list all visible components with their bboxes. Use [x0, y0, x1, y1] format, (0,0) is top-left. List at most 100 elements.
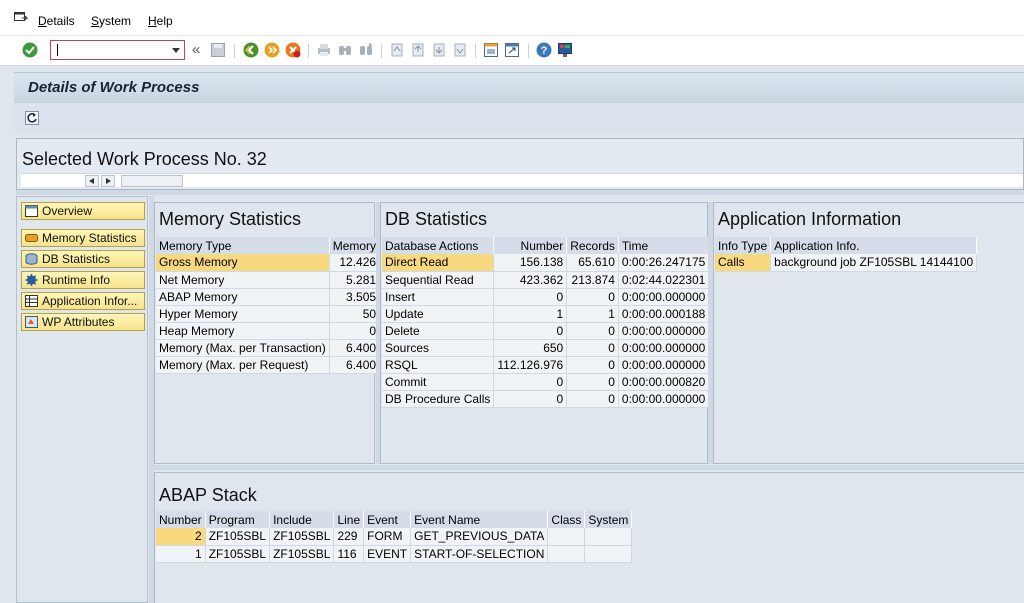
scroll-right-button[interactable]	[101, 175, 115, 187]
nav-overview-button[interactable]: Overview	[21, 202, 145, 220]
table-row[interactable]: Hyper Memory 50	[156, 305, 381, 323]
table-row[interactable]: ABAP Memory 3.505	[156, 288, 381, 306]
column-header[interactable]: Class	[547, 511, 586, 528]
table-cell[interactable]: Gross Memory	[156, 254, 330, 272]
table-cell[interactable]: 650	[493, 339, 568, 357]
table-cell[interactable]: ABAP Memory	[156, 288, 330, 306]
customize-layout-icon[interactable]	[557, 42, 573, 58]
table-cell[interactable]: 0:00:00.000000	[618, 390, 710, 408]
table-cell[interactable]: 0	[566, 288, 619, 306]
menu-icon[interactable]	[14, 12, 28, 23]
nav-runtime-info-button[interactable]: Runtime Info	[21, 271, 145, 289]
table-cell[interactable]: ZF105SBL	[269, 528, 335, 546]
table-row[interactable]: Calls background job ZF105SBL 14144100	[715, 254, 978, 272]
table-cell[interactable]	[584, 528, 633, 546]
table-cell[interactable]: 0	[566, 322, 619, 340]
save-icon[interactable]	[210, 42, 226, 58]
table-cell[interactable]: 0:00:00.000000	[618, 322, 710, 340]
table-cell[interactable]: 0	[329, 322, 381, 340]
table-row[interactable]: Update 1 1 0:00:00.000188	[382, 305, 710, 323]
refresh-icon[interactable]	[24, 110, 40, 126]
table-cell[interactable]: 2	[156, 528, 206, 546]
table-cell[interactable]: START-OF-SELECTION	[410, 545, 549, 563]
menu-help[interactable]: Help	[148, 14, 173, 28]
table-cell[interactable]: 0	[493, 322, 568, 340]
enter-checkmark-icon[interactable]	[22, 42, 38, 58]
table-cell[interactable]: 6.400	[329, 339, 381, 357]
table-cell[interactable]: 0	[493, 390, 568, 408]
collapse-toolbar-icon[interactable]: «	[192, 41, 200, 58]
table-cell[interactable]: 0	[493, 373, 568, 391]
table-cell[interactable]: 12.426	[329, 254, 381, 272]
table-row[interactable]: Direct Read 156.138 65.610 0:00:26.247175	[382, 254, 710, 272]
table-cell[interactable]: Update	[382, 305, 495, 323]
table-row[interactable]: RSQL 112.126.976 0 0:00:00.000000	[382, 356, 710, 374]
table-cell[interactable]: 0	[566, 373, 619, 391]
table-cell[interactable]: ZF105SBL	[269, 545, 335, 563]
scroll-thumb[interactable]	[121, 175, 183, 187]
cancel-icon[interactable]	[285, 42, 301, 58]
table-cell[interactable]: Net Memory	[156, 271, 330, 289]
table-cell[interactable]: 229	[333, 528, 365, 546]
table-row[interactable]: Heap Memory 0	[156, 322, 381, 340]
table-cell[interactable]: Heap Memory	[156, 322, 330, 340]
column-header[interactable]: Line	[333, 511, 365, 528]
previous-page-icon[interactable]	[410, 42, 426, 58]
table-row[interactable]: Sources 650 0 0:00:00.000000	[382, 339, 710, 357]
horizontal-splitter[interactable]	[154, 465, 1024, 470]
table-cell[interactable]: 0:00:26.247175	[618, 254, 710, 272]
column-header[interactable]: Application Info.	[770, 237, 978, 254]
nav-db-statistics-button[interactable]: DB Statistics	[21, 250, 145, 268]
table-cell[interactable]: Memory (Max. per Transaction)	[156, 339, 330, 357]
table-row[interactable]: 2 ZF105SBL ZF105SBL 229 FORM GET_PREVIOU…	[156, 528, 633, 546]
table-cell[interactable]: EVENT	[363, 545, 412, 563]
table-cell[interactable]: Calls	[715, 254, 772, 272]
table-cell[interactable]: 1	[566, 305, 619, 323]
find-next-icon[interactable]	[358, 42, 374, 58]
table-row[interactable]: DB Procedure Calls 0 0 0:00:00.000000	[382, 390, 710, 408]
table-cell[interactable]: 0:00:00.000000	[618, 288, 710, 306]
table-row[interactable]: Commit 0 0 0:00:00.000820	[382, 373, 710, 391]
table-cell[interactable]: 50	[329, 305, 381, 323]
menu-system[interactable]: System	[91, 14, 131, 28]
table-cell[interactable]: 156.138	[493, 254, 568, 272]
table-cell[interactable]: Sequential Read	[382, 271, 495, 289]
table-cell[interactable]	[547, 528, 586, 546]
table-cell[interactable]: 0:00:00.000820	[618, 373, 710, 391]
column-header[interactable]: Time	[618, 237, 710, 254]
menu-details[interactable]: Details	[38, 14, 75, 28]
table-cell[interactable]: RSQL	[382, 356, 495, 374]
table-cell[interactable]: 6.400	[329, 356, 381, 374]
table-cell[interactable]: 0	[566, 390, 619, 408]
command-field[interactable]	[50, 40, 185, 60]
table-row[interactable]: Delete 0 0 0:00:00.000000	[382, 322, 710, 340]
new-session-icon[interactable]	[483, 42, 499, 58]
first-page-icon[interactable]	[389, 42, 405, 58]
table-cell[interactable]: 423.362	[493, 271, 568, 289]
column-header[interactable]: Number	[493, 237, 568, 254]
column-header[interactable]: Event Name	[410, 511, 549, 528]
table-cell[interactable]	[547, 545, 586, 563]
table-cell[interactable]: 0	[566, 356, 619, 374]
table-cell[interactable]: 0	[493, 288, 568, 306]
column-header[interactable]: System	[584, 511, 633, 528]
back-icon[interactable]	[243, 42, 259, 58]
find-icon[interactable]	[337, 42, 353, 58]
column-header[interactable]: Memory	[329, 237, 381, 254]
table-cell[interactable]: Hyper Memory	[156, 305, 330, 323]
nav-application-info-button[interactable]: Application Infor...	[21, 292, 145, 310]
nav-wp-attributes-button[interactable]: WP Attributes	[21, 313, 145, 331]
table-cell[interactable]: background job ZF105SBL 14144100	[770, 254, 978, 272]
horizontal-splitter[interactable]	[16, 190, 1024, 195]
table-cell[interactable]: 0:00:00.000000	[618, 356, 710, 374]
help-icon[interactable]: ?	[536, 42, 552, 58]
column-header[interactable]: Memory Type	[156, 237, 330, 254]
table-row[interactable]: Net Memory 5.281	[156, 271, 381, 289]
column-header[interactable]: Include	[269, 511, 335, 528]
table-cell[interactable]: 3.505	[329, 288, 381, 306]
table-cell[interactable]: 213.874	[566, 271, 619, 289]
table-cell[interactable]: ZF105SBL	[205, 528, 271, 546]
column-header[interactable]: Program	[205, 511, 271, 528]
table-cell[interactable]: 112.126.976	[493, 356, 568, 374]
exit-icon[interactable]	[264, 42, 280, 58]
